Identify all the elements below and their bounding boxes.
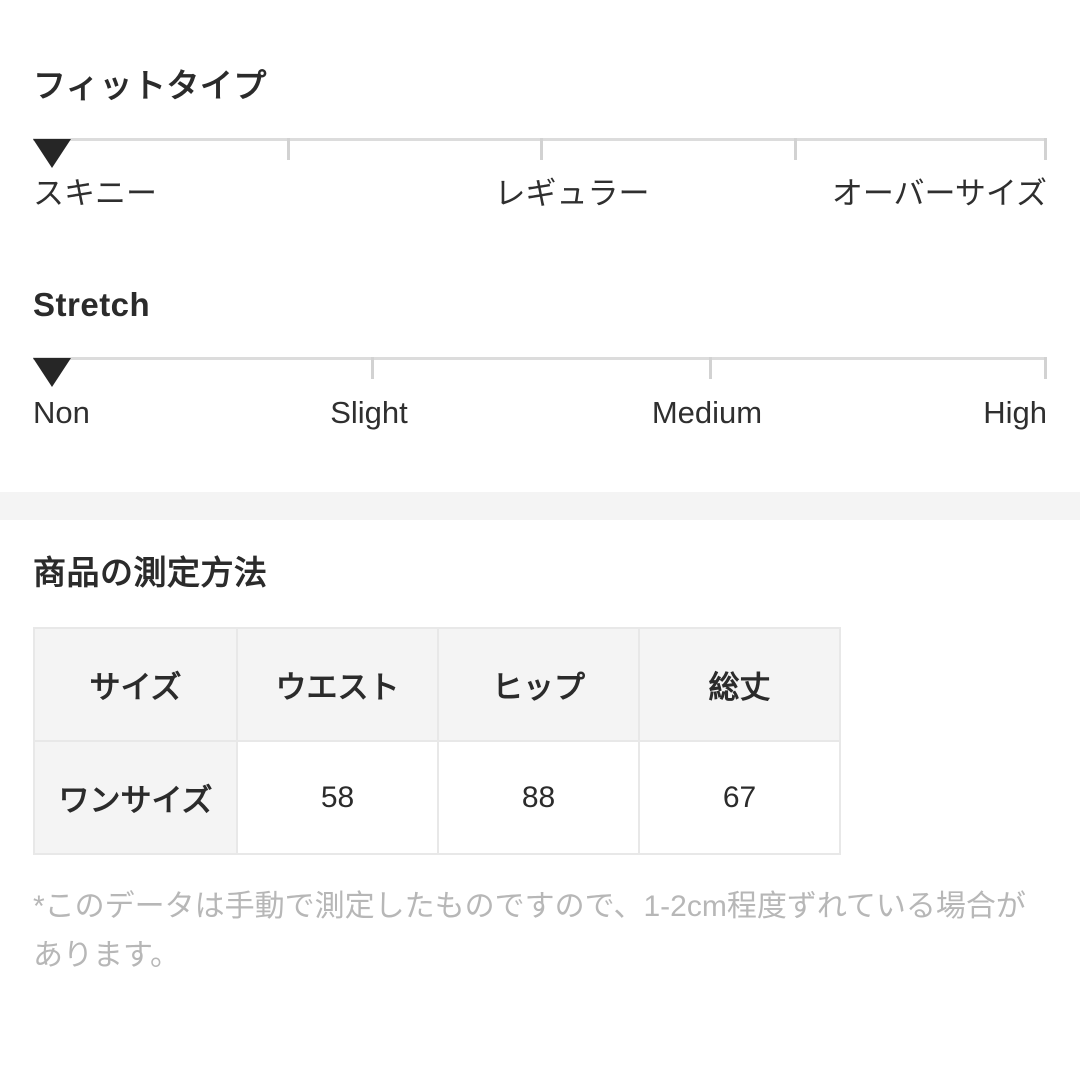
fit-type-label-regular: レギュラー — [494, 176, 650, 212]
fit-type-heading: フィットタイプ — [33, 67, 267, 104]
table-header-row: サイズ ウエスト ヒップ 総丈 — [33, 627, 841, 743]
fit-type-tick-1 — [286, 138, 290, 161]
fit-type-tick-end — [1044, 138, 1047, 161]
column-header-size: サイズ — [33, 627, 238, 743]
stretch-tick-end — [1044, 357, 1047, 380]
measurement-table-head: サイズ ウエスト ヒップ 総丈 — [33, 627, 841, 743]
measurement-heading: 商品の測定方法 — [33, 554, 268, 591]
stretch-section: Stretch Non Slight Medium High — [0, 286, 1080, 491]
fit-type-tick-3 — [793, 138, 797, 161]
stretch-marker-triangle-icon — [33, 358, 71, 388]
section-separator-band — [0, 492, 1080, 520]
column-header-length: 総丈 — [638, 627, 841, 743]
fit-type-section: フィットタイプ スキニー レギュラー オーバーサイズ — [0, 67, 1080, 272]
stretch-label-medium: Medium — [651, 395, 763, 431]
stretch-gauge: Non Slight Medium High — [33, 357, 1047, 491]
fit-type-gauge-labels: スキニー レギュラー オーバーサイズ — [33, 172, 1047, 272]
fit-type-marker-triangle-icon — [33, 139, 71, 169]
column-header-waist: ウエスト — [236, 627, 439, 743]
stretch-gauge-line — [33, 357, 1047, 361]
stretch-label-non: Non — [33, 395, 90, 431]
measurement-footnote: *このデータは手動で測定したものですので、1-2cm程度ずれている場合があります… — [33, 890, 1026, 972]
row-header-one-size: ワンサイズ — [33, 740, 238, 856]
fit-type-tick-2 — [540, 138, 543, 161]
measurement-table: サイズ ウエスト ヒップ 総丈 ワンサイズ 58 88 67 — [33, 627, 841, 856]
size-guide-page: フィットタイプ スキニー レギュラー オーバーサイズ Stretch Non S… — [0, 0, 1080, 1080]
stretch-label-slight: Slight — [330, 395, 408, 431]
measurement-table-body: ワンサイズ 58 88 67 — [33, 740, 841, 856]
table-row: ワンサイズ 58 88 67 — [33, 740, 841, 856]
stretch-gauge-labels: Non Slight Medium High — [33, 391, 1047, 491]
cell-length-value: 67 — [638, 740, 841, 856]
stretch-label-high: High — [983, 395, 1047, 431]
measurement-section: 商品の測定方法 サイズ ウエスト ヒップ 総丈 ワンサイズ 58 88 67 * — [0, 554, 1080, 980]
fit-type-label-oversize: オーバーサイズ — [831, 176, 1047, 212]
stretch-tick-2 — [708, 357, 712, 380]
fit-type-label-skinny: スキニー — [33, 176, 157, 212]
cell-waist-value: 58 — [236, 740, 439, 856]
fit-type-gauge-track — [33, 138, 1047, 169]
stretch-tick-1 — [370, 357, 374, 380]
stretch-heading: Stretch — [33, 286, 151, 323]
fit-type-gauge: スキニー レギュラー オーバーサイズ — [33, 138, 1047, 272]
stretch-gauge-track — [33, 357, 1047, 388]
column-header-hip: ヒップ — [437, 627, 640, 743]
cell-hip-value: 88 — [437, 740, 640, 856]
